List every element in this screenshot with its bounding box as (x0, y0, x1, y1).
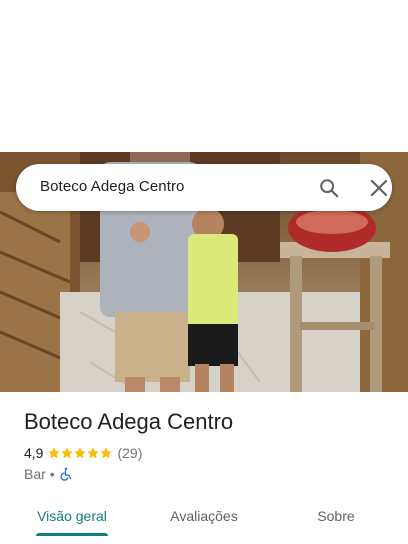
star-icon (48, 447, 61, 459)
rating-row[interactable]: 4,9 (29) (24, 444, 142, 462)
blank-top-area (0, 0, 408, 152)
search-bar[interactable]: Boteco Adega Centro (16, 164, 392, 211)
review-count[interactable]: (29) (117, 445, 142, 461)
tab-about[interactable]: Sobre (284, 496, 388, 536)
star-icon (74, 447, 87, 459)
place-title: Boteco Adega Centro (24, 409, 234, 434)
star-icon (87, 447, 100, 459)
tab-overview[interactable]: Visão geral (20, 496, 124, 536)
search-input[interactable]: Boteco Adega Centro (40, 178, 185, 195)
place-category: Bar (24, 466, 46, 482)
separator-dot: • (49, 466, 55, 482)
star-icon (61, 447, 74, 459)
rating-value: 4,9 (24, 445, 44, 461)
category-row: Bar • (24, 465, 73, 483)
place-tabs: Visão geral Avaliações Sobre (0, 496, 408, 544)
star-icon (100, 447, 113, 459)
wheelchair-icon (60, 467, 72, 481)
close-icon[interactable] (370, 179, 388, 197)
active-tab-indicator (36, 533, 108, 536)
tab-reviews[interactable]: Avaliações (152, 496, 256, 536)
star-rating (47, 446, 113, 460)
search-icon[interactable] (318, 177, 340, 199)
